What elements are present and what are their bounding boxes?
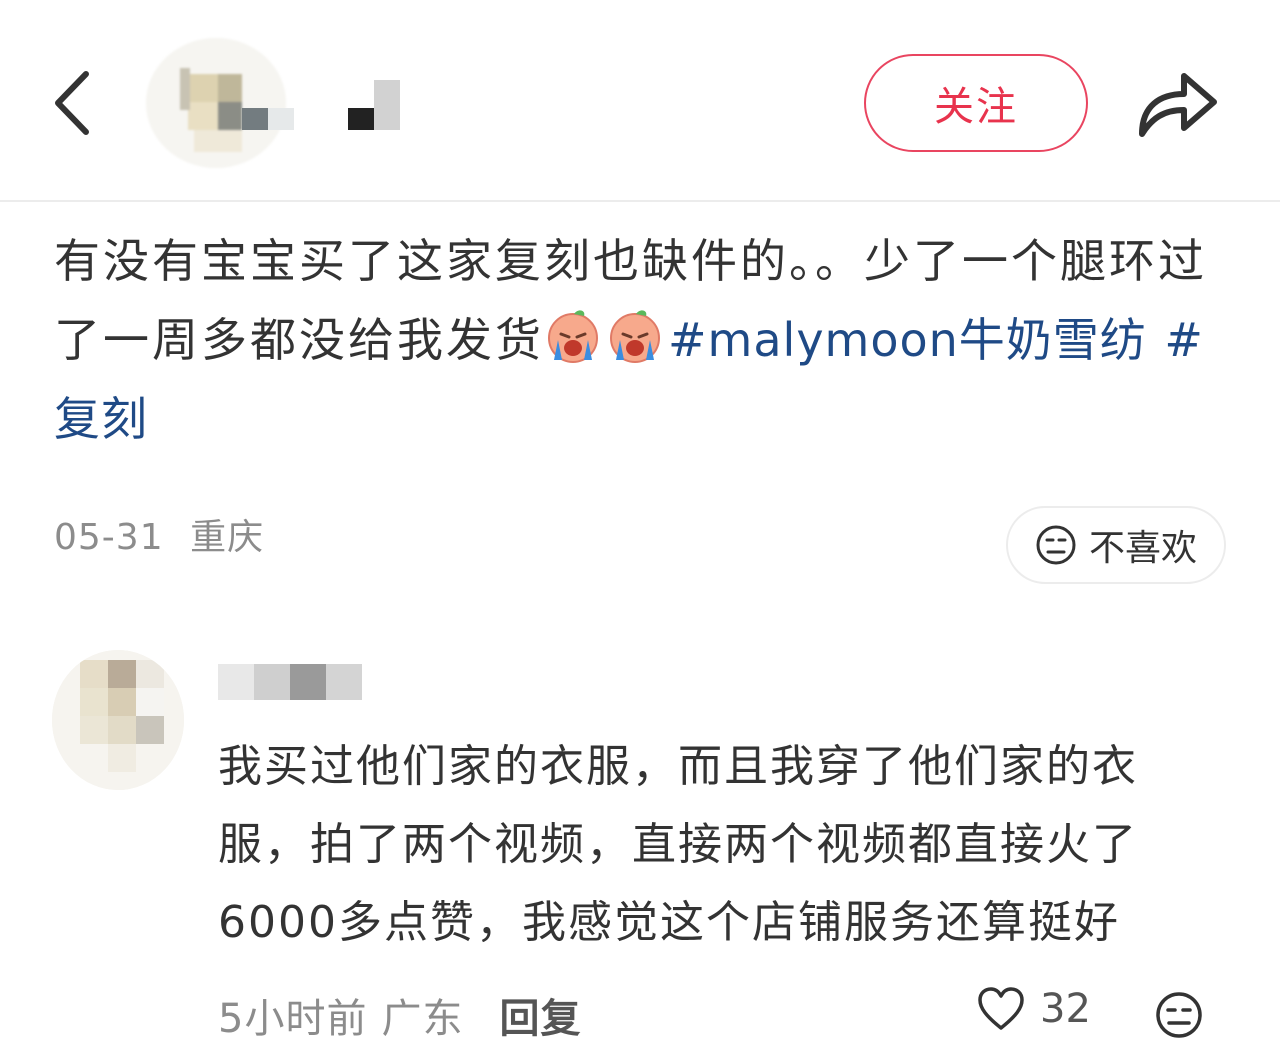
back-button[interactable]	[50, 68, 96, 138]
comment-dislike-button[interactable]	[1154, 990, 1204, 1040]
comment-location: 广东	[381, 996, 464, 1042]
post-meta: 05-31 重庆	[54, 508, 264, 560]
share-arrow-icon	[1139, 73, 1217, 137]
hashtag-link[interactable]: #malymoon牛奶雪纺	[668, 313, 1147, 367]
follow-button[interactable]: 关注	[864, 54, 1088, 152]
dislike-label: 不喜欢	[1088, 528, 1197, 569]
follow-button-label: 关注	[934, 84, 1018, 130]
crying-face-emoji-icon	[548, 310, 598, 363]
crying-face-emoji-icon	[610, 310, 660, 363]
commenter-avatar[interactable]	[52, 650, 184, 790]
pixelated-name	[218, 664, 362, 700]
author-name-redacted[interactable]	[242, 80, 402, 132]
comment-text: 我买过他们家的衣服，而且我穿了他们家的衣服，拍了两个视频，直接两个视频都直接火了…	[218, 741, 1138, 948]
commenter-name-redacted[interactable]	[218, 658, 368, 706]
neutral-face-icon	[1036, 525, 1076, 565]
comment-time: 5小时前	[218, 996, 368, 1042]
reply-button[interactable]: 回复	[499, 986, 581, 1044]
post-date: 05-31	[54, 517, 164, 558]
neutral-face-icon	[1156, 992, 1202, 1038]
pixelated-name	[242, 80, 400, 130]
comment-like-button[interactable]: 32	[976, 986, 1091, 1032]
chevron-left-icon	[55, 71, 89, 135]
share-button[interactable]	[1134, 62, 1220, 142]
comment-meta: 5小时前 广东 回复	[218, 986, 581, 1044]
like-count: 32	[1040, 986, 1091, 1032]
post-detail-page: 关注 有没有宝宝买了这家复刻也缺件的。。少了一个腿环过了一周多都没给我发货 #m…	[0, 0, 1280, 1058]
avatar-image-pixelated	[52, 650, 184, 790]
heart-icon	[978, 987, 1024, 1030]
top-bar: 关注	[0, 0, 1280, 202]
post-location: 重庆	[190, 517, 265, 558]
post-content: 有没有宝宝买了这家复刻也缺件的。。少了一个腿环过了一周多都没给我发货 #maly…	[54, 222, 1234, 459]
dislike-button[interactable]: 不喜欢	[1006, 506, 1226, 584]
